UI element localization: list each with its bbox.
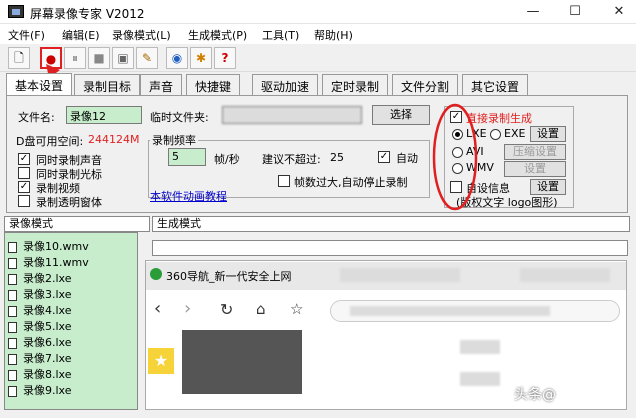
list-item[interactable]: 录像4.lxe bbox=[8, 302, 72, 318]
back-icon[interactable]: ‹ bbox=[154, 298, 161, 319]
red-ellipse-annotation bbox=[432, 103, 478, 211]
record-transparent-checkbox[interactable] bbox=[18, 195, 30, 207]
list-item[interactable]: 录像3.lxe bbox=[8, 286, 72, 302]
record-video-checkbox[interactable]: ✓ bbox=[18, 181, 30, 193]
sync-audio-checkbox[interactable]: ✓ bbox=[18, 153, 30, 165]
filename-field[interactable]: 录像12 bbox=[66, 106, 142, 124]
disk-free-value: 244124M bbox=[88, 133, 140, 146]
tutorial-link[interactable]: 本软件动画教程 bbox=[150, 188, 227, 204]
disk-free-label: D盘可用空间: bbox=[16, 135, 84, 148]
temp-folder-label: 临时文件夹: bbox=[150, 111, 209, 124]
app-icon bbox=[8, 5, 24, 18]
file-icon bbox=[8, 321, 17, 333]
lxe-settings-button[interactable]: 设置 bbox=[530, 126, 566, 142]
framerate-group-label: 录制频率 bbox=[150, 132, 198, 148]
new-file-icon[interactable]: 🗋 bbox=[8, 47, 30, 69]
sync-cursor-checkbox[interactable] bbox=[18, 167, 30, 179]
file-icon bbox=[8, 289, 17, 301]
gift-icon[interactable]: ✱ bbox=[190, 47, 212, 69]
forward-icon[interactable]: › bbox=[184, 298, 191, 319]
title-bar: 屏幕录像专家 V2012 — ☐ ✕ bbox=[0, 0, 636, 24]
star-icon[interactable]: ☆ bbox=[290, 300, 303, 318]
browser-360-logo-icon bbox=[150, 268, 162, 280]
auto-checkbox[interactable]: ✓ bbox=[378, 151, 390, 163]
tab-file-split[interactable]: 文件分割 bbox=[392, 74, 459, 96]
maximize-button[interactable]: ☐ bbox=[560, 0, 590, 24]
blurred-content bbox=[460, 372, 500, 386]
file-icon bbox=[8, 273, 17, 285]
home-icon[interactable]: ⌂ bbox=[256, 300, 266, 318]
refresh-icon[interactable]: ↻ bbox=[220, 300, 233, 319]
menu-edit[interactable]: 编辑(E) bbox=[62, 27, 100, 43]
list-item[interactable]: 录像7.lxe bbox=[8, 350, 72, 366]
custom-info-settings-button[interactable]: 设置 bbox=[530, 179, 566, 195]
preview-timeline[interactable] bbox=[152, 240, 628, 256]
menu-help[interactable]: 帮助(H) bbox=[314, 27, 353, 43]
tab-hotkeys[interactable]: 快捷键 bbox=[186, 74, 241, 96]
video-thumbnail bbox=[182, 330, 302, 394]
list-item[interactable]: 录像9.lxe bbox=[8, 382, 72, 398]
blurred-tab[interactable] bbox=[340, 268, 460, 282]
browser-tab-title[interactable]: 360导航_新一代安全上网 bbox=[166, 268, 326, 284]
pen-icon[interactable]: ✎ bbox=[136, 47, 158, 69]
filename-label: 文件名: bbox=[18, 111, 55, 124]
menu-file[interactable]: 文件(F) bbox=[8, 27, 45, 43]
tab-audio[interactable]: 声音 bbox=[140, 74, 183, 96]
tab-generate-mode[interactable]: 生成模式 bbox=[152, 216, 630, 232]
select-folder-button[interactable]: 选择 bbox=[372, 105, 430, 125]
help-icon[interactable]: ? bbox=[214, 47, 236, 69]
file-icon bbox=[8, 385, 17, 397]
suggest-value: 25 bbox=[330, 151, 344, 164]
exe-label: EXE bbox=[504, 127, 526, 140]
blurred-tab[interactable] bbox=[520, 268, 610, 282]
blurred-content bbox=[460, 340, 500, 354]
tab-driver-accel[interactable]: 驱动加速 bbox=[252, 74, 319, 96]
menu-generate-mode[interactable]: 生成模式(P) bbox=[188, 27, 247, 43]
tab-record-target[interactable]: 录制目标 bbox=[74, 74, 141, 96]
favorite-star-icon[interactable]: ★ bbox=[148, 348, 174, 374]
temp-folder-field[interactable] bbox=[222, 106, 362, 124]
exe-radio[interactable] bbox=[490, 129, 501, 140]
tab-scheduled-record[interactable]: 定时录制 bbox=[322, 74, 389, 96]
window-title: 屏幕录像专家 V2012 bbox=[30, 7, 145, 21]
file-icon bbox=[8, 305, 17, 317]
tab-basic-settings[interactable]: 基本设置 bbox=[6, 73, 73, 97]
menu-tools[interactable]: 工具(T) bbox=[262, 27, 299, 43]
avi-settings-button[interactable]: 设置 bbox=[504, 161, 566, 177]
framerate-field[interactable]: 5 bbox=[168, 148, 206, 166]
file-icon bbox=[8, 337, 17, 349]
record-transparent-label: 录制透明窗体 bbox=[36, 196, 102, 209]
list-item[interactable]: 录像10.wmv bbox=[8, 238, 89, 254]
list-item[interactable]: 录像6.lxe bbox=[8, 334, 72, 350]
toolbar: 🗋 ● ⏸ ■ ▣ ✎ ◉ ✱ ? bbox=[0, 44, 636, 72]
stop-on-overflow-label: 帧数过大,自动停止录制 bbox=[294, 176, 408, 189]
tab-record-mode[interactable]: 录像模式 bbox=[4, 216, 150, 232]
file-icon bbox=[8, 353, 17, 365]
file-icon bbox=[8, 369, 17, 381]
menu-bar: 文件(F) 编辑(E) 录像模式(L) 生成模式(P) 工具(T) 帮助(H) bbox=[0, 24, 636, 44]
list-item[interactable]: 录像8.lxe bbox=[8, 366, 72, 382]
stop-on-overflow-checkbox[interactable] bbox=[278, 175, 290, 187]
file-icon bbox=[8, 241, 17, 253]
suggest-label: 建议不超过: bbox=[262, 153, 321, 166]
file-icon bbox=[8, 257, 17, 269]
list-item[interactable]: 录像5.lxe bbox=[8, 318, 72, 334]
camera-icon[interactable]: ▣ bbox=[112, 47, 134, 69]
globe-icon[interactable]: ◉ bbox=[166, 47, 188, 69]
auto-label: 自动 bbox=[396, 152, 418, 165]
minimize-button[interactable]: — bbox=[518, 0, 548, 24]
framerate-unit: 帧/秒 bbox=[214, 153, 240, 166]
close-button[interactable]: ✕ bbox=[604, 0, 634, 24]
stop-icon[interactable]: ■ bbox=[88, 47, 110, 69]
tab-other-settings[interactable]: 其它设置 bbox=[462, 74, 529, 96]
list-item[interactable]: 录像11.wmv bbox=[8, 254, 89, 270]
watermark: 头条@ bbox=[514, 387, 556, 403]
list-item[interactable]: 录像2.lxe bbox=[8, 270, 72, 286]
menu-record-mode[interactable]: 录像模式(L) bbox=[112, 27, 171, 43]
compress-settings-button[interactable]: 压缩设置 bbox=[504, 144, 566, 160]
blurred-url bbox=[350, 306, 550, 316]
